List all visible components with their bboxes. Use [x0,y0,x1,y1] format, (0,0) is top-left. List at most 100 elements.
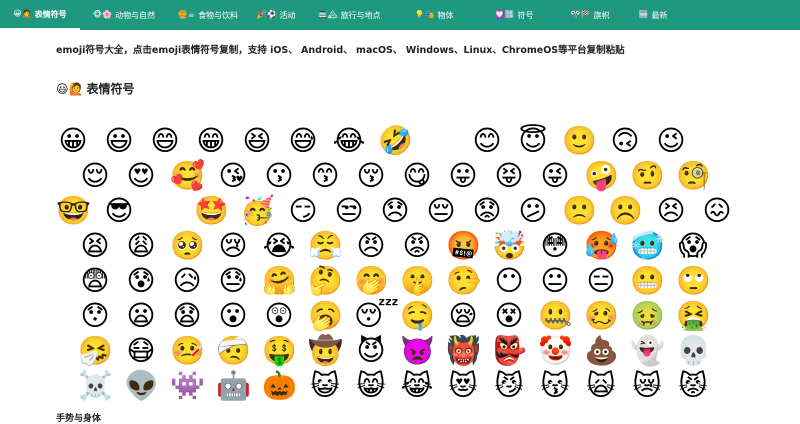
emoji-item[interactable]: 😌 [78,159,112,193]
nav-tab-8[interactable]: 🆕 最新 [626,0,680,30]
emoji-item[interactable]: 😛 [446,159,480,193]
emoji-item[interactable]: 😟 [470,194,504,228]
emoji-item[interactable]: 😙 [308,159,342,193]
emoji-item[interactable]: 😝 [492,159,526,193]
emoji-item[interactable]: 😘 [216,159,250,193]
emoji-item[interactable]: 🤤 [400,299,435,333]
emoji-item[interactable]: 😅 [286,124,320,158]
emoji-item[interactable]: 😾 [676,369,710,403]
emoji-item[interactable]: 🧐 [676,159,711,193]
emoji-item[interactable]: 🤬 [446,229,481,263]
emoji-item[interactable]: 😍 [124,159,158,193]
emoji-item[interactable]: 🤭 [354,264,389,298]
emoji-item[interactable]: 😴 [354,299,399,333]
emoji-item[interactable]: 👻 [630,334,665,368]
emoji-item[interactable]: 🎃 [262,369,297,403]
emoji-item[interactable]: 😞 [378,194,412,228]
emoji-item[interactable]: 🥺 [170,229,205,263]
emoji-item[interactable]: 🤫 [400,264,435,298]
emoji-item[interactable]: 😫 [78,229,112,263]
emoji-item[interactable]: 😭 [262,229,296,263]
nav-tab-6[interactable]: 💟🔠 符号 [474,0,554,30]
emoji-item[interactable]: 😷 [124,334,158,368]
emoji-item[interactable]: 🙁 [562,194,597,228]
emoji-item[interactable]: 😲 [262,299,296,333]
emoji-item[interactable]: 😯 [78,299,112,333]
nav-tab-7[interactable]: 🎌🏁 旗帜 [554,0,626,30]
emoji-item[interactable]: 🥵 [584,229,619,263]
emoji-item[interactable]: 🤒 [170,334,205,368]
nav-tab-2[interactable]: 🍔☕ 食物与饮料 [168,0,248,30]
emoji-item[interactable]: 🤠 [308,334,343,368]
emoji-item[interactable]: 😹 [400,369,434,403]
emoji-item[interactable]: 😚 [354,159,388,193]
emoji-item[interactable]: 😨 [78,264,112,298]
emoji-item[interactable]: 😏 [286,194,320,228]
emoji-item[interactable]: 😵 [492,299,526,333]
emoji-item[interactable]: 😡 [400,229,434,263]
emoji-item[interactable]: 😩 [124,229,158,263]
emoji-item[interactable]: 😧 [170,299,204,333]
nav-tab-3[interactable]: 🎉⚽ 活动 [248,0,304,30]
emoji-item[interactable]: 😓 [216,264,250,298]
emoji-item[interactable]: 😸 [354,369,388,403]
emoji-item[interactable]: 👾 [170,369,205,403]
emoji-item[interactable]: 😑 [584,264,618,298]
emoji-item[interactable]: 👽 [124,369,159,403]
emoji-item[interactable]: 😗 [262,159,296,193]
emoji-item[interactable]: 🤗 [262,264,297,298]
emoji-item[interactable]: 😣 [654,194,688,228]
emoji-item[interactable]: 😳 [538,229,572,263]
emoji-item[interactable]: 😱 [676,229,710,263]
emoji-item[interactable]: 😺 [308,369,342,403]
emoji-item[interactable]: 😰 [124,264,158,298]
emoji-item[interactable]: 😐 [538,264,572,298]
emoji-item[interactable]: 🙃 [608,124,642,158]
emoji-item[interactable]: 😎 [102,194,136,228]
emoji-item[interactable]: 🤑 [262,334,297,368]
emoji-item[interactable]: 🤪 [584,159,619,193]
emoji-item[interactable]: 😆 [240,124,274,158]
emoji-item[interactable]: 😔 [424,194,458,228]
emoji-item[interactable]: 😉 [654,124,688,158]
emoji-item[interactable]: 😁 [194,124,228,158]
emoji-item[interactable]: ☹️ [608,194,643,228]
emoji-item[interactable]: 🤔 [308,264,343,298]
emoji-item[interactable]: 👺 [492,334,527,368]
emoji-item[interactable]: 😿 [630,369,664,403]
emoji-item[interactable]: 🤨 [630,159,665,193]
emoji-item[interactable]: 🤡 [538,334,573,368]
emoji-item[interactable]: 👿 [400,334,435,368]
emoji-item[interactable]: 🥰 [170,159,205,193]
emoji-item[interactable]: 😒 [332,194,366,228]
emoji-item[interactable]: 😜 [538,159,572,193]
emoji-item[interactable]: 🙀 [584,369,618,403]
emoji-item[interactable]: 😮 [216,299,250,333]
emoji-item[interactable]: 😄 [148,124,182,158]
nav-tab-1[interactable]: 🐵🌸 动物与自然 [80,0,168,30]
emoji-item[interactable]: 🥴 [584,299,619,333]
emoji-item[interactable]: 😃 [102,124,136,158]
emoji-item[interactable]: 😼 [492,369,526,403]
emoji-item[interactable]: 🥱 [308,299,343,333]
emoji-item[interactable]: 🤩 [194,194,229,228]
emoji-item[interactable]: 😋 [400,159,434,193]
emoji-item[interactable]: 🥶 [630,229,665,263]
emoji-item[interactable]: 😕 [516,194,550,228]
nav-tab-0[interactable]: 😀🙍 表情符号 [0,0,80,30]
emoji-item[interactable]: 🙄 [676,264,711,298]
emoji-item[interactable]: 😬 [630,264,665,298]
emoji-item[interactable]: 🤥 [446,264,481,298]
emoji-item[interactable]: 😀 [56,124,90,158]
emoji-item[interactable]: 😶 [492,264,526,298]
emoji-item[interactable]: 👹 [446,334,481,368]
emoji-item[interactable]: 😽 [538,369,572,403]
emoji-item[interactable]: ☠️ [78,369,113,403]
emoji-item[interactable]: 🙂 [562,124,597,158]
emoji-item[interactable]: 😤 [308,229,343,263]
emoji-item[interactable]: 🤕 [216,334,251,368]
emoji-item[interactable]: 😻 [446,369,480,403]
emoji-item[interactable]: 🤮 [676,299,711,333]
emoji-item[interactable]: 😖 [700,194,734,228]
emoji-item[interactable]: 😈 [354,334,388,368]
